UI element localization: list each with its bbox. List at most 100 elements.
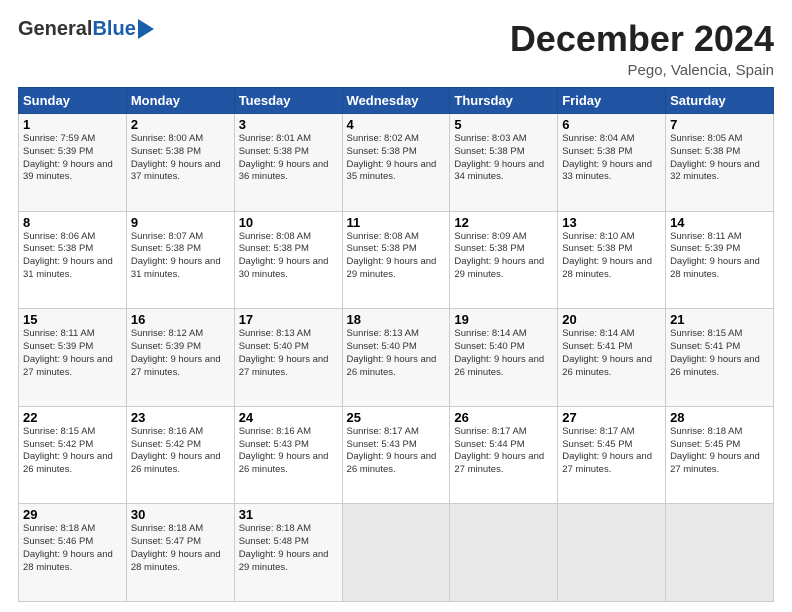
day-info: Sunrise: 8:14 AM Sunset: 5:40 PM Dayligh… [454, 328, 553, 379]
col-saturday: Saturday [666, 88, 774, 114]
calendar-week-row: 29Sunrise: 8:18 AM Sunset: 5:46 PM Dayli… [19, 504, 774, 602]
calendar-header-row: Sunday Monday Tuesday Wednesday Thursday… [19, 88, 774, 114]
day-info: Sunrise: 8:15 AM Sunset: 5:42 PM Dayligh… [23, 426, 122, 477]
table-row: 26Sunrise: 8:17 AM Sunset: 5:44 PM Dayli… [450, 406, 558, 504]
day-number: 19 [454, 312, 553, 327]
location: Pego, Valencia, Spain [510, 62, 774, 79]
day-info: Sunrise: 8:01 AM Sunset: 5:38 PM Dayligh… [239, 133, 338, 184]
day-number: 6 [562, 117, 661, 132]
day-info: Sunrise: 8:17 AM Sunset: 5:45 PM Dayligh… [562, 426, 661, 477]
table-row: 31Sunrise: 8:18 AM Sunset: 5:48 PM Dayli… [234, 504, 342, 602]
day-info: Sunrise: 8:11 AM Sunset: 5:39 PM Dayligh… [23, 328, 122, 379]
table-row: 18Sunrise: 8:13 AM Sunset: 5:40 PM Dayli… [342, 309, 450, 407]
day-number: 22 [23, 410, 122, 425]
day-info: Sunrise: 8:13 AM Sunset: 5:40 PM Dayligh… [347, 328, 446, 379]
table-row: 22Sunrise: 8:15 AM Sunset: 5:42 PM Dayli… [19, 406, 127, 504]
day-number: 29 [23, 507, 122, 522]
col-sunday: Sunday [19, 88, 127, 114]
day-info: Sunrise: 8:16 AM Sunset: 5:43 PM Dayligh… [239, 426, 338, 477]
day-info: Sunrise: 8:08 AM Sunset: 5:38 PM Dayligh… [347, 231, 446, 282]
table-row: 1Sunrise: 7:59 AM Sunset: 5:39 PM Daylig… [19, 114, 127, 212]
table-row: 2Sunrise: 8:00 AM Sunset: 5:38 PM Daylig… [126, 114, 234, 212]
table-row [666, 504, 774, 602]
day-number: 8 [23, 215, 122, 230]
day-info: Sunrise: 8:08 AM Sunset: 5:38 PM Dayligh… [239, 231, 338, 282]
day-number: 10 [239, 215, 338, 230]
logo-general-text: General [18, 18, 92, 41]
day-number: 28 [670, 410, 769, 425]
day-number: 25 [347, 410, 446, 425]
day-number: 18 [347, 312, 446, 327]
day-info: Sunrise: 8:11 AM Sunset: 5:39 PM Dayligh… [670, 231, 769, 282]
day-number: 11 [347, 215, 446, 230]
table-row: 6Sunrise: 8:04 AM Sunset: 5:38 PM Daylig… [558, 114, 666, 212]
table-row: 28Sunrise: 8:18 AM Sunset: 5:45 PM Dayli… [666, 406, 774, 504]
day-info: Sunrise: 8:18 AM Sunset: 5:48 PM Dayligh… [239, 523, 338, 574]
col-wednesday: Wednesday [342, 88, 450, 114]
calendar-week-row: 8Sunrise: 8:06 AM Sunset: 5:38 PM Daylig… [19, 211, 774, 309]
table-row [450, 504, 558, 602]
day-info: Sunrise: 8:09 AM Sunset: 5:38 PM Dayligh… [454, 231, 553, 282]
logo-blue-text: Blue [92, 18, 135, 41]
day-info: Sunrise: 8:07 AM Sunset: 5:38 PM Dayligh… [131, 231, 230, 282]
day-info: Sunrise: 7:59 AM Sunset: 5:39 PM Dayligh… [23, 133, 122, 184]
day-info: Sunrise: 8:00 AM Sunset: 5:38 PM Dayligh… [131, 133, 230, 184]
day-info: Sunrise: 8:18 AM Sunset: 5:47 PM Dayligh… [131, 523, 230, 574]
calendar-week-row: 1Sunrise: 7:59 AM Sunset: 5:39 PM Daylig… [19, 114, 774, 212]
day-number: 16 [131, 312, 230, 327]
table-row: 29Sunrise: 8:18 AM Sunset: 5:46 PM Dayli… [19, 504, 127, 602]
day-info: Sunrise: 8:06 AM Sunset: 5:38 PM Dayligh… [23, 231, 122, 282]
table-row: 27Sunrise: 8:17 AM Sunset: 5:45 PM Dayli… [558, 406, 666, 504]
day-info: Sunrise: 8:15 AM Sunset: 5:41 PM Dayligh… [670, 328, 769, 379]
day-info: Sunrise: 8:13 AM Sunset: 5:40 PM Dayligh… [239, 328, 338, 379]
header: General Blue December 2024 Pego, Valenci… [18, 18, 774, 79]
table-row: 15Sunrise: 8:11 AM Sunset: 5:39 PM Dayli… [19, 309, 127, 407]
table-row: 23Sunrise: 8:16 AM Sunset: 5:42 PM Dayli… [126, 406, 234, 504]
day-number: 15 [23, 312, 122, 327]
table-row: 25Sunrise: 8:17 AM Sunset: 5:43 PM Dayli… [342, 406, 450, 504]
table-row: 30Sunrise: 8:18 AM Sunset: 5:47 PM Dayli… [126, 504, 234, 602]
day-info: Sunrise: 8:02 AM Sunset: 5:38 PM Dayligh… [347, 133, 446, 184]
month-title: December 2024 [510, 18, 774, 60]
day-number: 20 [562, 312, 661, 327]
table-row: 13Sunrise: 8:10 AM Sunset: 5:38 PM Dayli… [558, 211, 666, 309]
page: General Blue December 2024 Pego, Valenci… [0, 0, 792, 612]
day-number: 23 [131, 410, 230, 425]
day-number: 17 [239, 312, 338, 327]
day-number: 24 [239, 410, 338, 425]
logo-arrow-icon [138, 19, 154, 39]
table-row: 16Sunrise: 8:12 AM Sunset: 5:39 PM Dayli… [126, 309, 234, 407]
day-number: 14 [670, 215, 769, 230]
table-row: 9Sunrise: 8:07 AM Sunset: 5:38 PM Daylig… [126, 211, 234, 309]
day-number: 7 [670, 117, 769, 132]
day-info: Sunrise: 8:03 AM Sunset: 5:38 PM Dayligh… [454, 133, 553, 184]
day-number: 5 [454, 117, 553, 132]
title-block: December 2024 Pego, Valencia, Spain [510, 18, 774, 79]
day-number: 4 [347, 117, 446, 132]
table-row: 3Sunrise: 8:01 AM Sunset: 5:38 PM Daylig… [234, 114, 342, 212]
day-number: 2 [131, 117, 230, 132]
table-row: 24Sunrise: 8:16 AM Sunset: 5:43 PM Dayli… [234, 406, 342, 504]
day-info: Sunrise: 8:17 AM Sunset: 5:43 PM Dayligh… [347, 426, 446, 477]
day-number: 13 [562, 215, 661, 230]
table-row: 20Sunrise: 8:14 AM Sunset: 5:41 PM Dayli… [558, 309, 666, 407]
day-number: 27 [562, 410, 661, 425]
table-row: 12Sunrise: 8:09 AM Sunset: 5:38 PM Dayli… [450, 211, 558, 309]
calendar-week-row: 22Sunrise: 8:15 AM Sunset: 5:42 PM Dayli… [19, 406, 774, 504]
day-info: Sunrise: 8:18 AM Sunset: 5:46 PM Dayligh… [23, 523, 122, 574]
table-row: 10Sunrise: 8:08 AM Sunset: 5:38 PM Dayli… [234, 211, 342, 309]
col-thursday: Thursday [450, 88, 558, 114]
day-number: 30 [131, 507, 230, 522]
day-info: Sunrise: 8:14 AM Sunset: 5:41 PM Dayligh… [562, 328, 661, 379]
day-number: 21 [670, 312, 769, 327]
table-row: 4Sunrise: 8:02 AM Sunset: 5:38 PM Daylig… [342, 114, 450, 212]
day-number: 31 [239, 507, 338, 522]
col-monday: Monday [126, 88, 234, 114]
day-info: Sunrise: 8:12 AM Sunset: 5:39 PM Dayligh… [131, 328, 230, 379]
calendar-week-row: 15Sunrise: 8:11 AM Sunset: 5:39 PM Dayli… [19, 309, 774, 407]
day-info: Sunrise: 8:04 AM Sunset: 5:38 PM Dayligh… [562, 133, 661, 184]
table-row: 19Sunrise: 8:14 AM Sunset: 5:40 PM Dayli… [450, 309, 558, 407]
day-info: Sunrise: 8:05 AM Sunset: 5:38 PM Dayligh… [670, 133, 769, 184]
table-row [342, 504, 450, 602]
table-row [558, 504, 666, 602]
